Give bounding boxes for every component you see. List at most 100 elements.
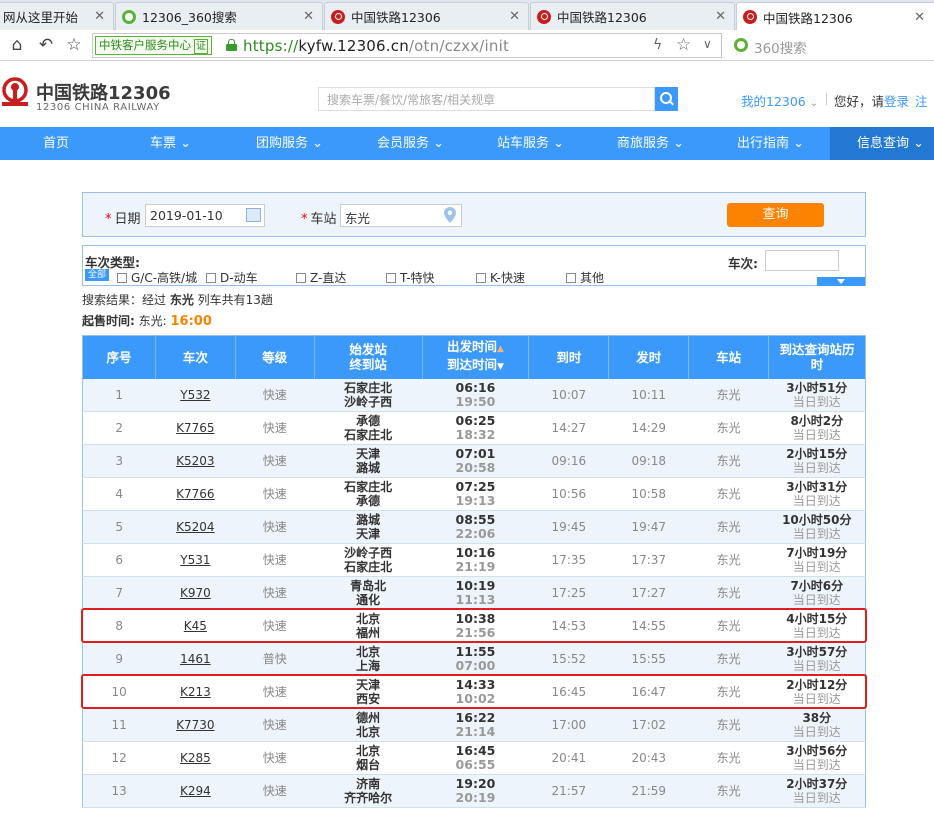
browser-search-field[interactable]: 360搜索 [728,33,934,58]
favorite-star-icon[interactable]: ☆ [63,34,85,56]
cell-train-number[interactable]: K7730 [155,708,236,742]
search-icon[interactable] [655,87,678,111]
security-badge[interactable]: 中铁客户服务中心证 [95,36,212,55]
nav-group-service[interactable]: 团购服务 ⌄ [256,127,323,160]
cell-train-number[interactable]: K7765 [155,411,236,445]
cell-depart: 14:29 [608,411,689,445]
cell-train-number[interactable]: K970 [155,576,236,610]
filter-option-k[interactable]: K-快速 [476,269,525,286]
checkbox[interactable] [117,273,127,283]
nav-travel-guide[interactable]: 出行指南 ⌄ [737,127,804,160]
checkbox[interactable] [206,273,216,283]
filter-option-z[interactable]: Z-直达 [296,269,346,286]
close-icon[interactable]: ✕ [509,9,520,24]
back-icon[interactable]: ↶ [35,34,57,56]
cell-duration-value: 38分 [802,711,832,725]
cell-arrival-day: 当日到达 [792,527,841,541]
browser-tab-1[interactable]: 网从这里开始 ✕ [0,2,114,30]
cell-to: 西安 [356,692,381,706]
chevron-down-icon[interactable]: ∨ [703,37,712,51]
cell-train-number[interactable]: K213 [155,675,236,709]
cell-grade: 快速 [235,477,315,511]
cell-from: 青岛北 [350,579,387,593]
cell-train-number[interactable]: K5203 [155,444,236,478]
nav-station-service[interactable]: 站车服务 ⌄ [497,127,564,160]
browser-tab-4[interactable]: 中国铁路12306 ✕ [530,2,735,30]
select-all-button[interactable]: 全部 [85,269,109,281]
home-icon[interactable]: ⌂ [6,34,28,56]
cell-duration-value: 8小时2分 [790,414,844,428]
location-pin-icon[interactable] [444,207,456,223]
login-link[interactable]: 登录 [884,94,909,109]
browser-tab-5-active[interactable]: 中国铁路12306 ✕ [736,2,934,31]
close-icon[interactable]: ✕ [715,9,726,24]
query-form: * 日期 2019-01-10 * 车站 东光 查询 [82,192,866,237]
cell-train-number[interactable]: 1461 [155,642,236,676]
bookmark-star-icon[interactable]: ☆ [676,35,691,55]
cell-duration-value: 3小时56分 [786,744,848,758]
cell-train-number[interactable]: K5204 [155,510,236,544]
cell-duration-value: 2小时12分 [786,678,848,692]
close-icon[interactable]: ✕ [94,9,105,24]
expand-toggle[interactable] [817,277,865,286]
checkbox[interactable] [566,273,576,283]
sale-label: 起售时间: [82,314,135,328]
nav-business-service[interactable]: 商旅服务 ⌄ [617,127,684,160]
my-12306-menu[interactable]: 我的12306 ⌄ [741,91,818,110]
cell-train-number[interactable]: K7766 [155,477,236,511]
railway-favicon-icon [537,9,551,24]
browser-tab-3[interactable]: 中国铁路12306 ✕ [324,2,529,30]
cell-arrive: 17:00 [528,708,609,742]
cell-from: 石家庄北 [344,380,393,395]
cell-arrive: 14:27 [528,411,609,445]
cell-train-number[interactable]: K294 [155,774,236,808]
cell-seq: 11 [82,708,156,742]
filter-option-d[interactable]: D-动车 [206,269,258,286]
checkbox[interactable] [296,273,306,283]
flash-icon[interactable]: ϟ [653,37,662,53]
nav-member-service[interactable]: 会员服务 ⌄ [377,127,444,160]
cell-train-number[interactable]: K45 [155,609,236,643]
cell-from: 德州 [356,711,381,725]
nav-home[interactable]: 首页 [43,127,69,160]
cell-arrival-day: 当日到达 [792,593,841,607]
cell-duration: 3小时56分 当日到达 [768,741,866,775]
cell-from-to: 济南 齐齐哈尔 [314,774,423,808]
browser-tab-2[interactable]: 12306_360搜索 ✕ [115,2,323,30]
cell-to: 齐齐哈尔 [344,791,393,805]
sort-up-icon[interactable]: ▲ [497,344,504,354]
filter-option-t[interactable]: T-特快 [386,269,435,286]
cell-train-number[interactable]: Y531 [155,543,236,577]
checkbox[interactable] [476,273,486,283]
table-row: 1 Y532 快速 石家庄北 沙岭子西 06:16 19:50 10:07 10:11 东光 3小时… [82,378,866,412]
close-icon[interactable]: ✕ [914,10,925,25]
filter-option-gc[interactable]: G/C-高铁/城 [117,269,197,286]
cell-duration-value: 2小时37分 [786,777,848,791]
train-number-input[interactable] [765,250,839,271]
col-times[interactable]: 出发时间▲ 到达时间▼ [422,335,530,379]
close-icon[interactable]: ✕ [303,9,314,24]
cell-arrive: 16:45 [528,675,609,709]
cell-arrival-day: 当日到达 [792,659,841,673]
cell-train-number[interactable]: Y532 [155,378,236,412]
my-12306-label: 我的12306 [741,94,806,109]
cell-arr-time: 21:14 [455,724,496,739]
cell-train-number[interactable]: K285 [155,741,236,775]
nav-info-query[interactable]: 信息查询 ⌄ [830,127,934,160]
cell-station: 东光 [688,642,769,676]
nav-tickets[interactable]: 车票 ⌄ [150,127,191,160]
train-table: 序号 车次 等级 始发站 终到站 出发时间▲ 到达时间▼ 到时 发时 车站 到达查询… [82,335,866,808]
col-train: 车次 [155,335,236,379]
query-button[interactable]: 查询 [727,203,824,227]
chevron-down-icon: ⌄ [433,136,445,151]
register-link[interactable]: 注 [915,94,928,109]
url-field[interactable]: 中铁客户服务中心证 https://kyfw.12306.cn/otn/czxx… [92,33,722,58]
filter-option-other[interactable]: 其他 [566,269,604,286]
station-input[interactable]: 东光 [340,204,462,227]
sort-down-icon[interactable]: ▼ [497,362,504,372]
calendar-icon[interactable] [246,208,261,222]
date-input[interactable]: 2019-01-10 [145,204,265,227]
checkbox[interactable] [386,273,396,283]
cell-duration: 2小时12分 当日到达 [768,675,866,709]
site-search-input[interactable]: 搜索车票/餐饮/常旅客/相关规章 [318,87,655,111]
